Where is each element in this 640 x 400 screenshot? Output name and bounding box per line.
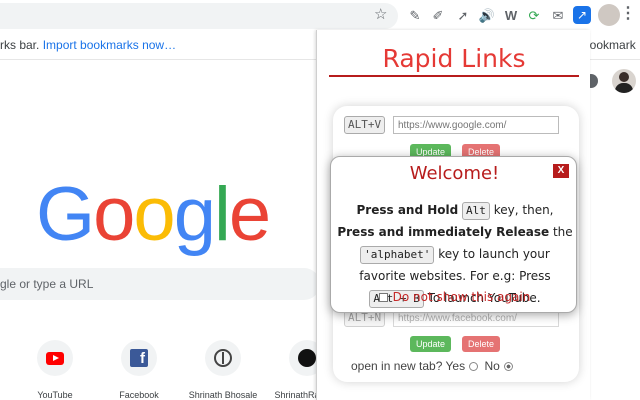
- delete-button[interactable]: Delete: [462, 336, 501, 352]
- brain-icon: [214, 349, 232, 367]
- menu-icon[interactable]: ⋮: [620, 5, 636, 23]
- shortcut-facebook[interactable]: f Facebook: [104, 340, 174, 400]
- new-tab-question: open in new tab?: [351, 359, 443, 373]
- alphabet-key: 'alphabet': [360, 246, 435, 264]
- title-divider: [329, 75, 579, 77]
- shortcut-label: Shrinath Bhosale: [188, 390, 258, 400]
- shortcut-icon-circle: [37, 340, 73, 376]
- instruction-text: key, then,: [493, 203, 554, 217]
- do-not-show-checkbox[interactable]: [378, 293, 388, 302]
- welcome-modal: Welcome! X Press and Hold Alt key, then,…: [330, 156, 577, 313]
- instruction-text: the: [552, 225, 573, 239]
- youtube-icon: [46, 351, 64, 365]
- browser-window: ☆ ✎ ✐ ➚ 🔊 W ⟳ ✉ ↗ ⋮ rks bar. Import book…: [0, 0, 640, 400]
- w-icon[interactable]: W: [502, 6, 520, 24]
- address-bar[interactable]: [0, 3, 398, 29]
- google-logo: Google: [36, 170, 271, 260]
- logo-letter: G: [36, 172, 95, 257]
- do-not-show-option[interactable]: Do not show this again: [331, 290, 578, 304]
- bookmarks-hint: rks bar.: [0, 38, 40, 52]
- yes-radio[interactable]: [469, 362, 479, 371]
- url-input[interactable]: [393, 116, 559, 134]
- logo-letter: g: [173, 172, 216, 257]
- alt-key: Alt: [462, 202, 490, 220]
- facebook-icon: f: [130, 349, 148, 367]
- account-avatar[interactable]: [612, 69, 636, 93]
- search-placeholder: gle or type a URL: [0, 277, 94, 291]
- logo-letter: o: [133, 172, 175, 257]
- bookmarks-bar-text: rks bar. Import bookmarks now…: [0, 38, 176, 52]
- modal-title: Welcome!: [409, 163, 500, 184]
- shortcut-icon-circle: f: [121, 340, 157, 376]
- speaker-icon[interactable]: 🔊: [478, 6, 496, 24]
- mail-icon[interactable]: ✉: [549, 6, 567, 24]
- arrow-icon[interactable]: ➚: [454, 6, 472, 24]
- instruction-text: Press and Hold: [356, 203, 459, 217]
- shortcut-label: YouTube: [37, 390, 73, 400]
- instruction-text: Press and immediately Release: [337, 225, 550, 239]
- rapid-links-icon[interactable]: ↗: [573, 6, 591, 24]
- pen-icon[interactable]: ✐: [429, 6, 447, 24]
- new-tab-option: open in new tab? Yes No: [351, 359, 516, 373]
- logo-letter: o: [93, 172, 135, 257]
- yes-label: Yes: [445, 359, 466, 373]
- update-button[interactable]: Update: [410, 336, 452, 352]
- shortcut-youtube[interactable]: YouTube: [20, 340, 90, 400]
- profile-avatar-icon[interactable]: [598, 4, 620, 26]
- logo-letter: l: [213, 172, 231, 257]
- shortcut-icon-circle: [205, 340, 241, 376]
- github-icon: [298, 349, 316, 367]
- refresh-icon[interactable]: ⟳: [525, 6, 543, 24]
- no-label: No: [484, 359, 500, 373]
- shortcut-shrinath-bhosale[interactable]: Shrinath Bhosale: [188, 340, 258, 400]
- logo-letter: e: [228, 172, 271, 257]
- shortcut-key-label: ALT+V: [344, 116, 386, 134]
- eyedropper-icon[interactable]: ✎: [406, 6, 424, 24]
- no-radio[interactable]: [503, 362, 513, 371]
- close-button[interactable]: X: [553, 164, 569, 178]
- import-bookmarks-link[interactable]: Import bookmarks now…: [43, 38, 176, 52]
- popup-title: Rapid Links: [382, 44, 526, 73]
- checkbox-label: Do not show this again: [392, 290, 531, 304]
- avatar-head: [619, 72, 629, 82]
- shortcut-label: Facebook: [119, 390, 159, 400]
- avatar-body: [615, 83, 633, 93]
- browser-toolbar: ☆ ✎ ✐ ➚ 🔊 W ⟳ ✉ ↗ ⋮: [0, 0, 640, 30]
- star-icon[interactable]: ☆: [374, 6, 387, 24]
